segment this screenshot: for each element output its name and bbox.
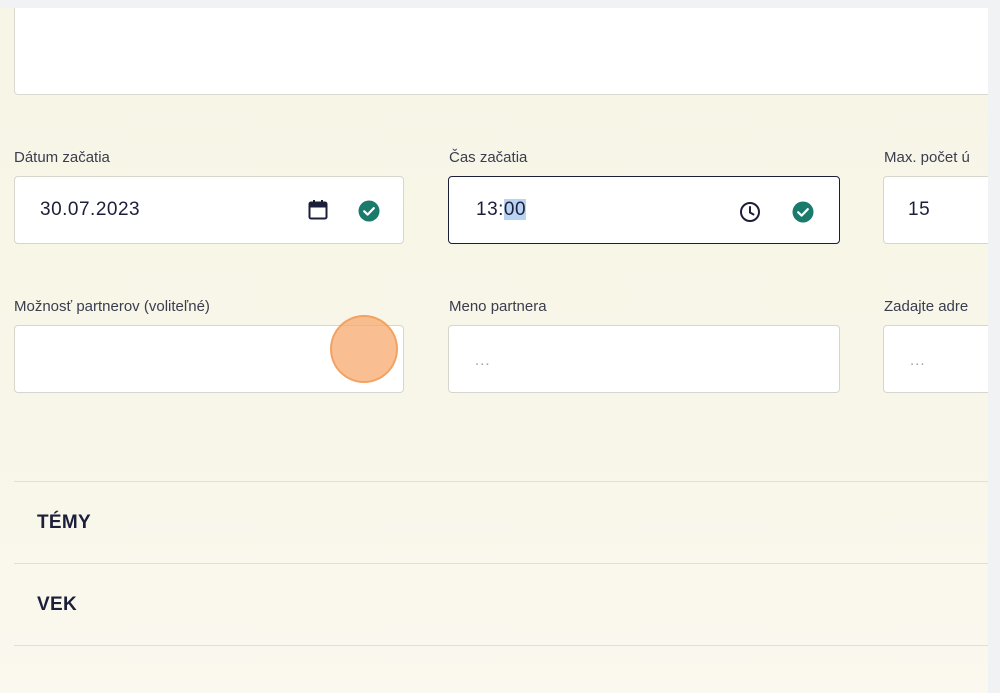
divider bbox=[14, 563, 988, 564]
partner-name-placeholder: ... bbox=[475, 352, 491, 369]
click-indicator bbox=[330, 315, 398, 383]
clock-icon[interactable] bbox=[739, 201, 761, 223]
start-time-minute-selected: 00 bbox=[503, 199, 527, 220]
start-time-label: Čas začatia bbox=[449, 149, 528, 166]
max-count-field[interactable]: 15 bbox=[883, 176, 988, 244]
divider bbox=[14, 645, 988, 646]
form-viewport: Dátum začatia 30.07.2023 Čas začatia 13:… bbox=[0, 8, 988, 693]
partner-name-input[interactable]: ... bbox=[448, 325, 840, 393]
partner-option-label: Možnosť partnerov (voliteľné) bbox=[14, 298, 210, 315]
partner-name-label: Meno partnera bbox=[449, 298, 547, 315]
scrollbar-track[interactable] bbox=[988, 0, 1000, 693]
address-placeholder: ... bbox=[910, 352, 926, 369]
check-circle-icon bbox=[358, 200, 380, 222]
check-circle-icon bbox=[792, 201, 814, 223]
max-count-value: 15 bbox=[908, 199, 931, 220]
max-count-label: Max. počet ú bbox=[884, 149, 970, 166]
section-age-header[interactable]: VEK bbox=[37, 594, 77, 616]
calendar-icon[interactable] bbox=[307, 199, 329, 221]
start-time-value[interactable]: 13:00 bbox=[476, 199, 527, 221]
address-input[interactable]: ... bbox=[883, 325, 988, 393]
description-textarea[interactable] bbox=[14, 8, 988, 95]
address-label: Zadajte adre bbox=[884, 298, 969, 315]
start-date-label: Dátum začatia bbox=[14, 149, 110, 166]
start-time-hour: 13: bbox=[476, 199, 504, 220]
start-date-field[interactable]: 30.07.2023 bbox=[14, 176, 404, 244]
section-topics-header[interactable]: TÉMY bbox=[37, 512, 91, 534]
start-time-field[interactable]: 13:00 bbox=[448, 176, 840, 244]
start-date-value: 30.07.2023 bbox=[40, 199, 141, 220]
divider bbox=[14, 481, 988, 482]
